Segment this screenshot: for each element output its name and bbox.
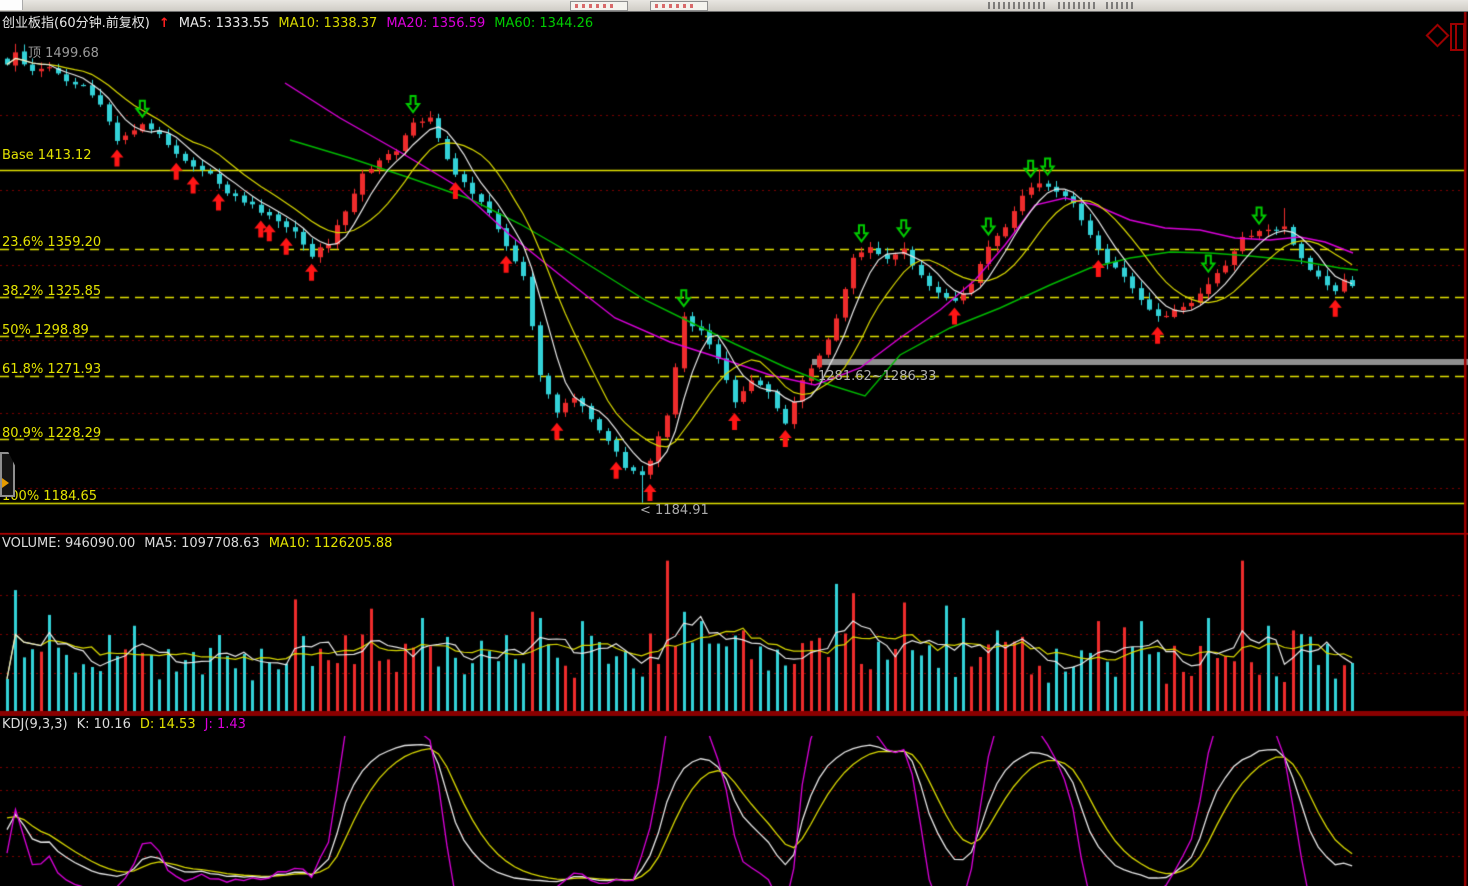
gap-range-label: 1281.62~1286.33 bbox=[818, 369, 936, 384]
toolbar-text-smudge bbox=[1106, 2, 1136, 9]
fib-label-100: 100% 1184.65 bbox=[2, 489, 97, 504]
toolbar-text-smudge bbox=[988, 2, 1046, 9]
ma60-value: MA60: 1344.26 bbox=[494, 16, 593, 31]
price-pane-header: 创业板指(60分钟.前复权) ↑ MA5: 1333.55 MA10: 1338.37… bbox=[2, 16, 602, 32]
volume-ma5-value: MA5: 1097708.63 bbox=[144, 536, 259, 551]
toolbar-chip bbox=[0, 0, 23, 10]
fib-label-618: 61.8% 1271.93 bbox=[2, 362, 101, 377]
kdj-d-value: D: 14.53 bbox=[140, 717, 196, 732]
kdj-j-value: J: 1.43 bbox=[205, 717, 246, 732]
fib-label-50: 50% 1298.89 bbox=[2, 323, 89, 338]
toolbar-button-1[interactable] bbox=[570, 1, 628, 11]
fib-label-base: Base 1413.12 bbox=[2, 148, 92, 163]
volume-ma10-value: MA10: 1126205.88 bbox=[269, 536, 393, 551]
top-price-label: 顶 1499.68 bbox=[28, 46, 99, 61]
low-price-label: < 1184.91 bbox=[640, 503, 709, 518]
trading-app-window: 创业板指(60分钟.前复权) ↑ MA5: 1333.55 MA10: 1338.37… bbox=[0, 0, 1468, 886]
volume-value: VOLUME: 946090.00 bbox=[2, 536, 135, 551]
fib-label-809: 80.9% 1228.29 bbox=[2, 426, 101, 441]
app-toolbar bbox=[0, 0, 1468, 12]
signal-legend-arrow: ↑ bbox=[159, 16, 170, 31]
kdj-pane-header: KDJ(9,3,3) K: 10.16 D: 14.53 J: 1.43 bbox=[2, 717, 255, 733]
volume-pane-header: VOLUME: 946090.00 MA5: 1097708.63 MA10: 11… bbox=[2, 536, 401, 552]
ma10-value: MA10: 1338.37 bbox=[278, 16, 377, 31]
ma5-value: MA5: 1333.55 bbox=[179, 16, 270, 31]
symbol-title: 创业板指(60分钟.前复权) bbox=[2, 16, 150, 31]
kdj-k-value: K: 10.16 bbox=[77, 717, 131, 732]
toolbar-button-2[interactable] bbox=[650, 1, 708, 11]
chart-canvas[interactable] bbox=[0, 0, 1468, 886]
expand-arrow-icon[interactable] bbox=[2, 478, 9, 488]
fib-label-382: 38.2% 1325.85 bbox=[2, 284, 101, 299]
toolbar-text-smudge bbox=[1058, 2, 1096, 9]
ma20-value: MA20: 1356.59 bbox=[386, 16, 485, 31]
window-split-icon[interactable] bbox=[1450, 23, 1465, 51]
fib-label-236: 23.6% 1359.20 bbox=[2, 235, 101, 250]
kdj-title: KDJ(9,3,3) bbox=[2, 717, 68, 732]
